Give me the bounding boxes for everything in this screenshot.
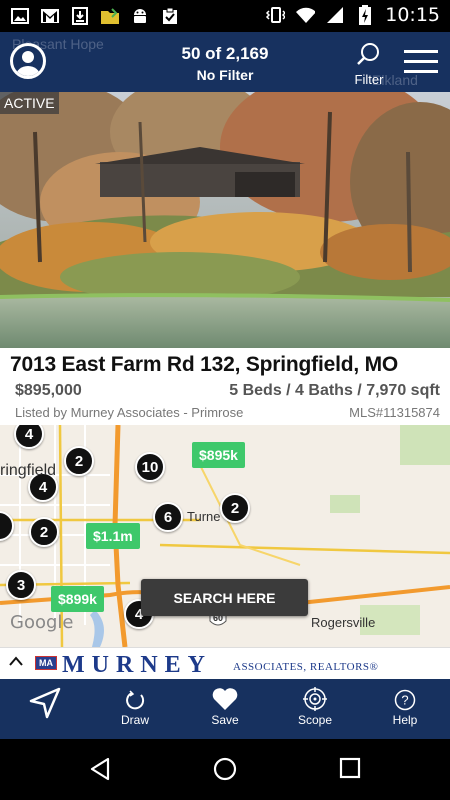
heart-icon (212, 688, 238, 710)
brand-name: MURNEY (62, 652, 212, 678)
menu-button[interactable] (404, 50, 438, 74)
price-pin[interactable]: $899k (51, 586, 104, 612)
chevron-up-icon[interactable] (9, 656, 23, 666)
download-icon (70, 6, 90, 26)
draw-button[interactable]: Draw (90, 679, 180, 739)
notification-icons (10, 6, 180, 26)
listing-specs: 5 Beds / 4 Baths / 7,970 sqft (229, 382, 440, 399)
listing-address: 7013 East Farm Rd 132, Springfield, MO (10, 353, 399, 376)
svg-text:?: ? (401, 693, 408, 708)
google-attribution: Google (10, 612, 74, 633)
map-cluster[interactable]: 10 (135, 452, 165, 482)
help-label: Help (392, 713, 418, 727)
mls-number: MLS#11315874 (349, 405, 440, 420)
listing-price: $895,000 (15, 382, 82, 399)
map-cluster[interactable]: 2 (64, 446, 94, 476)
recents-icon[interactable] (339, 757, 361, 779)
listing-agent: Listed by Murney Associates - Primrose (15, 405, 244, 420)
vibrate-icon (265, 5, 286, 25)
wifi-icon (295, 5, 316, 25)
property-image (0, 92, 450, 348)
navigation-arrow-icon (29, 687, 61, 719)
status-bar: 10:15 (0, 0, 450, 32)
listing-info[interactable]: 7013 East Farm Rd 132, Springfield, MO $… (0, 348, 450, 425)
scope-icon (303, 687, 327, 711)
home-icon[interactable] (213, 757, 237, 781)
map-label-springfield: ringfield (0, 462, 57, 479)
gallery-icon (10, 6, 30, 26)
map-cluster[interactable]: 2 (29, 517, 59, 547)
draw-icon (126, 690, 145, 710)
clipboard-check-icon (160, 6, 180, 26)
status-badge: ACTIVE (0, 92, 59, 114)
brand-bar[interactable]: MA MURNEY ASSOCIATES, REALTORS® (0, 647, 450, 679)
map-view[interactable]: 4 2 4 10 6 2 2 3 4 $895k $1.1m $899k rin… (0, 425, 450, 647)
bottom-toolbar: Draw Save Scope ? Help (0, 679, 450, 739)
folder-icon (100, 6, 120, 26)
back-icon[interactable] (88, 757, 112, 781)
map-label-rogersville: Rogersville (311, 615, 376, 630)
brand-subtitle: ASSOCIATES, REALTORS® (233, 661, 379, 673)
scope-label: Scope (297, 713, 333, 727)
scope-button[interactable]: Scope (270, 679, 360, 739)
search-icon (357, 43, 379, 65)
system-nav-bar (0, 739, 450, 800)
signal-icon (325, 5, 345, 25)
android-icon (130, 6, 150, 26)
search-here-button[interactable]: SEARCH HERE (141, 579, 308, 616)
map-cluster[interactable]: 2 (220, 493, 250, 523)
battery-charging-icon (355, 5, 375, 25)
map-cluster[interactable]: 3 (6, 570, 36, 600)
save-button[interactable]: Save (180, 679, 270, 739)
navigate-button[interactable] (0, 679, 90, 739)
listing-photo[interactable]: ACTIVE (0, 92, 450, 348)
price-pin[interactable]: $1.1m (86, 523, 140, 549)
draw-label: Draw (120, 713, 149, 727)
status-clock: 10:15 (385, 4, 440, 26)
menu-icon (404, 50, 438, 53)
app-header: Pleasant Hope Elkland 50 of 2,169 No Fil… (0, 32, 450, 92)
filter-button[interactable]: Filter (350, 42, 388, 87)
system-icons: 10:15 (265, 4, 440, 26)
map-cluster[interactable]: 6 (153, 502, 183, 532)
gmail-icon (40, 6, 60, 26)
help-icon: ? (394, 689, 416, 711)
map-label-turner: Turne (187, 509, 221, 524)
price-pin[interactable]: $895k (192, 442, 245, 468)
brand-logo: MA (35, 656, 57, 670)
help-button[interactable]: ? Help (360, 679, 450, 739)
save-label: Save (211, 713, 239, 727)
filter-label: Filter (354, 72, 384, 87)
